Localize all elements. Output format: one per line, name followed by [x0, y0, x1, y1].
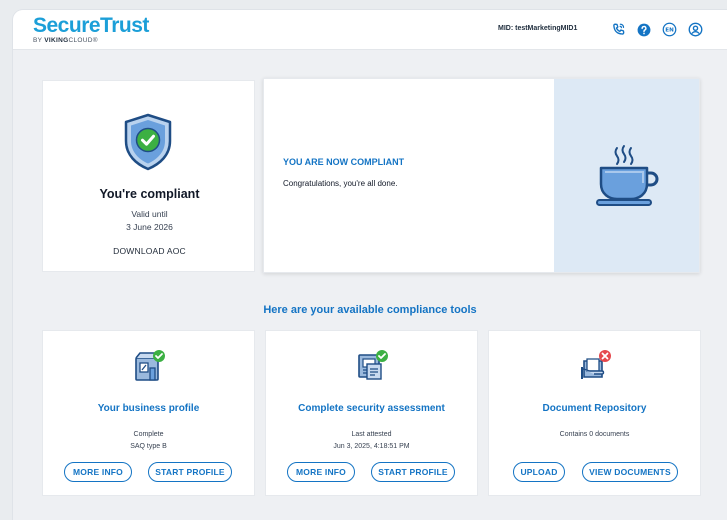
tool-title: Document Repository — [542, 403, 647, 414]
document-repository-icon — [577, 349, 613, 383]
more-info-button[interactable]: MORE INFO — [287, 462, 355, 482]
language-icon[interactable]: EN — [661, 21, 678, 38]
tool-card-document-repository: Document Repository Contains 0 documents… — [488, 330, 701, 496]
more-info-button[interactable]: MORE INFO — [64, 462, 132, 482]
status-illustration-panel — [554, 79, 699, 272]
logo-by: BY — [33, 37, 43, 44]
download-aoc-link[interactable]: DOWNLOAD AOC — [43, 246, 256, 256]
valid-until-label: Valid until — [131, 209, 168, 219]
language-code: EN — [665, 28, 674, 34]
account-icon[interactable] — [687, 21, 704, 38]
help-icon[interactable] — [635, 21, 652, 38]
start-profile-button[interactable]: START PROFILE — [371, 462, 455, 482]
securetrust-logo[interactable]: SecureTrust BY VIKINGCLOUD® — [33, 14, 149, 44]
tool-card-business-profile: Your business profile Complete SAQ type … — [42, 330, 255, 496]
logo-tagline: BY VIKINGCLOUD® — [33, 37, 98, 44]
logo-brand-suffix: CLOUD — [68, 37, 93, 44]
shield-check-icon — [122, 113, 174, 176]
coffee-cup-icon — [595, 144, 658, 206]
logo-wordmark: SecureTrust — [33, 14, 149, 37]
security-assessment-icon — [354, 349, 390, 383]
tool-title: Your business profile — [97, 403, 200, 414]
merchant-id-label: MID: testMarketingMID1 — [498, 25, 578, 32]
upload-button[interactable]: UPLOAD — [513, 462, 565, 482]
tool-status: Complete — [133, 431, 164, 438]
view-documents-button[interactable]: VIEW DOCUMENTS — [582, 462, 678, 482]
logo-brand: VIKING — [44, 37, 69, 44]
valid-until-date: 3 June 2026 — [126, 222, 173, 232]
app-window: SecureTrust BY VIKINGCLOUD® MID: testMar… — [13, 10, 727, 520]
tool-status: Contains 0 documents — [559, 431, 630, 438]
phone-icon[interactable] — [610, 21, 627, 38]
compliance-card: You're compliant Valid until 3 June 2026… — [42, 80, 255, 272]
tool-status: Last attested — [351, 431, 392, 438]
tool-detail: SAQ type B — [130, 443, 167, 450]
tools-section-title: Here are your available compliance tools — [263, 304, 477, 316]
top-bar: SecureTrust BY VIKINGCLOUD® MID: testMar… — [13, 10, 727, 50]
tool-title: Complete security assessment — [298, 403, 445, 414]
compliant-title: You're compliant — [99, 187, 200, 201]
tool-card-security-assessment: Complete security assessment Last attest… — [265, 330, 478, 496]
status-message: Congratulations, you're all done. — [283, 179, 398, 188]
start-profile-button[interactable]: START PROFILE — [148, 462, 232, 482]
tool-detail: Jun 3, 2025, 4:18:51 PM — [333, 443, 410, 450]
business-profile-icon — [131, 349, 167, 383]
status-heading: YOU ARE NOW COMPLIANT — [283, 157, 405, 167]
status-card: YOU ARE NOW COMPLIANT Congratulations, y… — [263, 78, 700, 273]
